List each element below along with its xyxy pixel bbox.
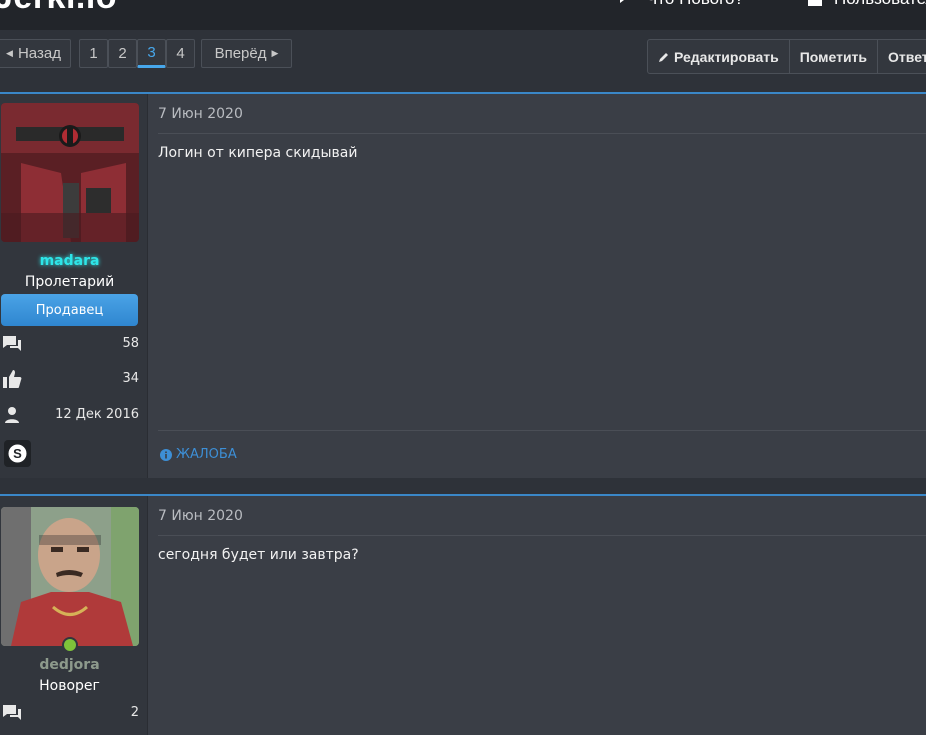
user-messages-stat: 58 [0,334,139,356]
skype-contact-button[interactable]: S [4,440,31,467]
edit-button[interactable]: Редактировать [648,40,790,73]
avatar[interactable] [1,103,139,242]
username[interactable]: madara [0,253,139,269]
user-joined-stat: 12 Дек 2016 [0,405,139,427]
post-header-divider [158,133,926,134]
svg-text:S: S [13,446,22,461]
post-text: Логин от кипера скидывай [158,145,358,161]
post-content: 7 Июн 2020 Логин от кипера скидывай ЖАЛО… [158,94,926,478]
thumbs-up-icon [3,370,22,388]
user-title: Пролетарий [24,274,115,290]
avatar[interactable] [1,507,139,646]
user-icon [5,407,19,423]
caret-right-icon: ▶ [271,48,279,58]
nav-whats-new-label: Что Нового? [646,0,744,9]
user-messages-stat: 2 [0,703,139,725]
post-user-block: madara Пролетарий Продавец 58 34 12 Дек … [0,94,148,478]
post-date[interactable]: 7 Июн 2020 [158,106,243,122]
post-text: сегодня будет или завтра? [158,547,359,563]
pagination-next-button[interactable]: Вперёд ▶ [201,39,292,68]
nav-whats-new[interactable]: Что Нового? [618,0,744,9]
post: madara Пролетарий Продавец 58 34 12 Дек … [0,92,926,478]
user-title: Новорег [39,678,100,694]
pencil-icon [659,52,668,62]
post-header-divider [158,535,926,536]
reactions-count: 34 [122,371,139,386]
reply-button[interactable]: Ответ [878,40,926,73]
chat-bubbles-icon [619,0,631,3]
pagination-page-1[interactable]: 1 [79,39,108,68]
report-link[interactable]: ЖАЛОБА [160,447,237,462]
avatar-image [1,507,139,646]
username[interactable]: dedjora [0,657,139,673]
messages-icon [3,705,21,720]
users-icon [808,0,822,6]
avatar-image [1,103,139,242]
caret-left-icon: ◀ [6,48,13,58]
joined-date: 12 Дек 2016 [55,407,139,422]
post: dedjora Новорег 2 7 Июн 2020 сегодня буд… [0,494,926,735]
nav-users[interactable]: Пользователи [806,0,926,9]
online-status-icon [62,637,78,653]
thread-actions: Редактировать Пометить Ответ [647,39,926,74]
post-footer-divider [158,430,926,431]
pagination-page-4[interactable]: 4 [166,39,195,68]
report-label: ЖАЛОБА [176,447,237,462]
pagination-next-label: Вперёд [214,45,267,62]
messages-count: 58 [122,336,139,351]
post-user-block: dedjora Новорег 2 [0,496,148,735]
nav-users-label: Пользователи [834,0,926,9]
messages-count: 2 [130,705,139,720]
post-date[interactable]: 7 Июн 2020 [158,508,243,524]
messages-icon [3,336,21,351]
mark-button[interactable]: Пометить [790,40,879,73]
page-controls: ◀ Назад 1 2 3 4 Вперёд ▶ Редактировать П… [0,30,926,88]
seller-badge: Продавец [1,294,138,326]
user-reactions-stat: 34 [0,369,139,391]
site-logo[interactable]: Jerki.io [0,0,117,17]
site-header: Jerki.io Что Нового? Пользователи [0,0,926,30]
skype-icon: S [8,444,27,463]
post-content: 7 Июн 2020 сегодня будет или завтра? [158,496,926,735]
info-icon [160,448,172,461]
edit-label: Редактировать [674,48,779,65]
pagination-page-3-current[interactable]: 3 [137,39,166,68]
pagination-prev-label: Назад [17,45,61,62]
pagination-page-2[interactable]: 2 [108,39,137,68]
pagination-prev-button[interactable]: ◀ Назад [0,39,71,68]
